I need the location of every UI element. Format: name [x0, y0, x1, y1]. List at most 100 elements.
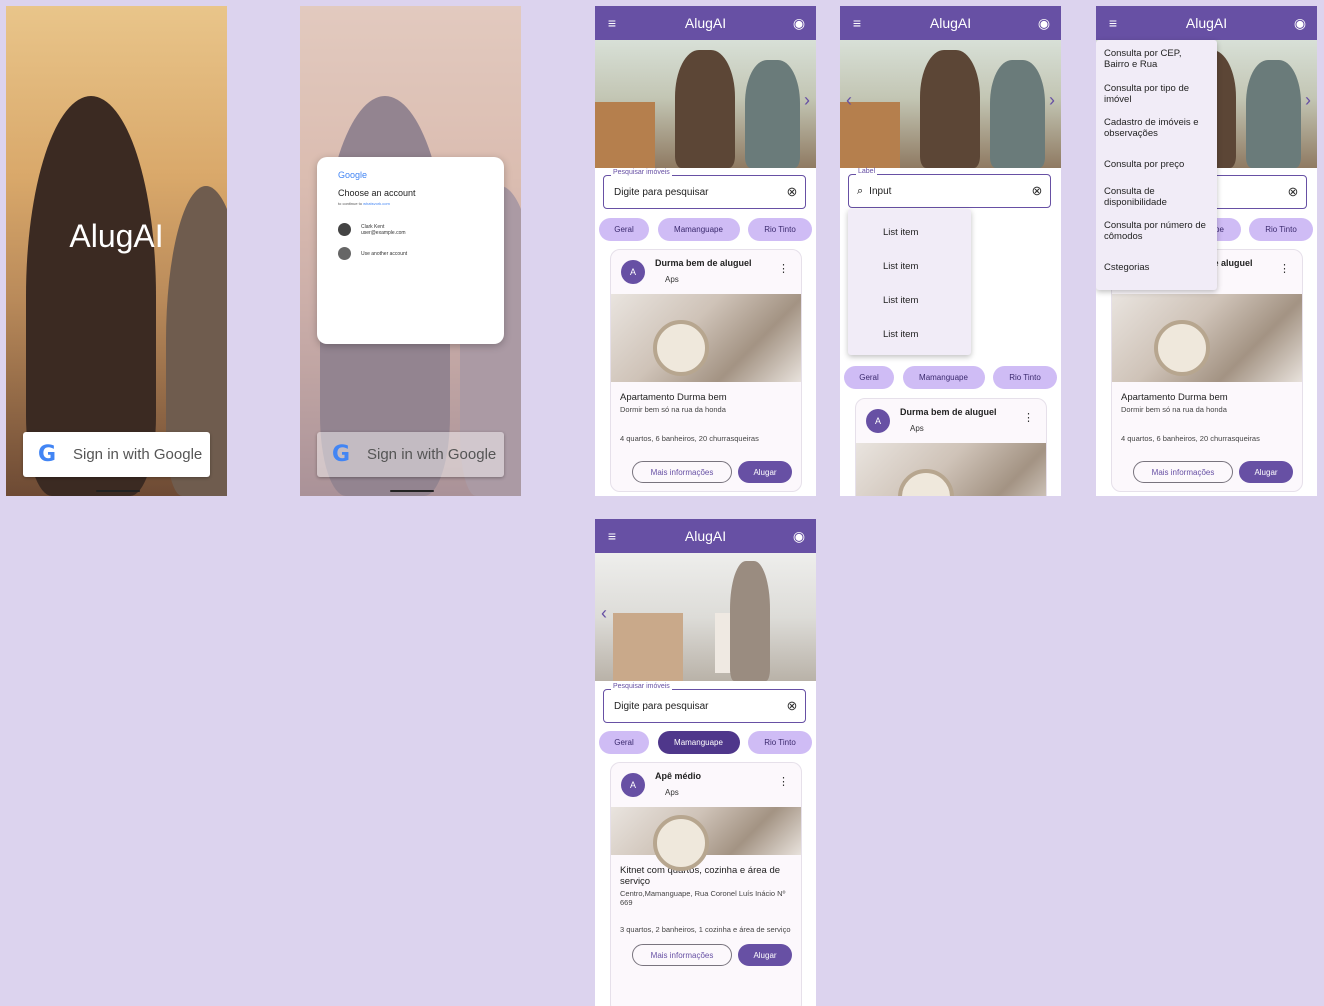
- chevron-right-icon[interactable]: ›: [1049, 90, 1055, 111]
- search-icon: ⌕: [857, 184, 864, 197]
- avatar: A: [866, 409, 890, 433]
- search-placeholder: Digite para pesquisar: [614, 700, 709, 712]
- search-value: Input: [869, 185, 892, 197]
- card-features: 3 quartos, 2 banheiros, 1 cozinha e área…: [620, 925, 791, 934]
- search-label: Pesquisar imóveis: [611, 683, 672, 690]
- app-bar-title: AlugAI: [684, 15, 727, 31]
- google-icon: G: [37, 442, 57, 467]
- google-signin-button[interactable]: G Sign in with Google: [317, 432, 504, 477]
- menu-item-comodos[interactable]: Consulta por número de cômodos: [1104, 220, 1214, 242]
- card-title: Durma bem de aluguel: [655, 258, 752, 268]
- account-circle-icon[interactable]: ◉: [782, 15, 816, 32]
- nav-menu-screen: ≡ AlugAI ◉ › ⊗ Geral Mamanguape Rio Tint…: [1096, 6, 1317, 496]
- app-title: AlugAI: [69, 218, 164, 254]
- chevron-right-icon[interactable]: ›: [1305, 90, 1311, 111]
- menu-item-cadastro[interactable]: Cadastro de imóveis e observações: [1104, 117, 1212, 139]
- menu-item-tipo[interactable]: Consulta por tipo de imóvel: [1104, 83, 1204, 105]
- menu-item-disponibilidade[interactable]: Consulta de disponibilidade: [1104, 186, 1204, 208]
- chip-mamanguape[interactable]: Mamanguape: [902, 366, 985, 389]
- clear-icon[interactable]: ⊗: [1024, 183, 1050, 199]
- menu-icon[interactable]: ≡: [1096, 15, 1130, 31]
- app-bar-title: AlugAI: [1185, 15, 1228, 31]
- more-vert-icon[interactable]: ⋮: [1279, 262, 1290, 275]
- card-features: 4 quartos, 6 banheiros, 20 churrasqueira…: [620, 434, 759, 443]
- google-signin-button[interactable]: G Sign in with Google: [23, 432, 210, 477]
- more-vert-icon[interactable]: ⋮: [778, 775, 789, 788]
- hero-carousel[interactable]: ‹ ›: [840, 40, 1061, 168]
- chip-mamanguape[interactable]: Mamanguape: [657, 218, 740, 241]
- dialog-heading: Choose an account: [338, 188, 416, 198]
- google-icon: G: [331, 442, 351, 467]
- more-info-button[interactable]: Mais informações: [632, 461, 732, 483]
- account-circle-icon[interactable]: ◉: [782, 528, 816, 545]
- chip-mamanguape[interactable]: Mamanguape: [657, 731, 740, 754]
- chip-rio-tinto[interactable]: Rio Tinto: [748, 731, 812, 754]
- account-circle-icon[interactable]: ◉: [1283, 15, 1317, 32]
- menu-item-cep[interactable]: Consulta por CEP, Bairro e Rua: [1104, 48, 1204, 70]
- card-title: Apê médio: [655, 771, 702, 781]
- search-input[interactable]: Label ⌕ Input ⊗: [848, 168, 1051, 208]
- avatar: [338, 223, 351, 236]
- chevron-right-icon[interactable]: ›: [804, 90, 810, 111]
- card-image: [856, 443, 1046, 496]
- dialog-subheading: to continue to whatsvork.com: [338, 201, 390, 206]
- hero-carousel[interactable]: ‹: [595, 553, 816, 681]
- menu-icon[interactable]: ≡: [595, 15, 629, 31]
- more-info-button[interactable]: Mais informações: [1133, 461, 1233, 483]
- google-signin-label: Sign in with Google: [73, 446, 203, 463]
- filtered-screen: ≡ AlugAI ◉ ‹ Pesquisar imóveis Digite pa…: [595, 519, 816, 1006]
- card-description: Dormir bem só na rua da honda: [1121, 405, 1227, 414]
- app-bar-title: AlugAI: [684, 528, 727, 544]
- list-item[interactable]: List item: [883, 261, 918, 272]
- rent-button[interactable]: Alugar: [738, 461, 792, 483]
- chip-rio-tinto[interactable]: Rio Tinto: [1249, 218, 1313, 241]
- property-card: A Apê médio Aps ⋮ Kitnet com quartos, co…: [610, 762, 802, 1006]
- chevron-left-icon[interactable]: ‹: [846, 90, 852, 111]
- filter-chips: Geral Mamanguape Rio Tinto: [599, 731, 812, 754]
- card-image: [1112, 294, 1302, 382]
- chip-geral[interactable]: Geral: [599, 731, 649, 754]
- more-info-button[interactable]: Mais informações: [632, 944, 732, 966]
- list-item[interactable]: List item: [883, 329, 918, 340]
- clear-icon[interactable]: ⊗: [779, 184, 805, 200]
- rent-button[interactable]: Alugar: [1239, 461, 1293, 483]
- chip-rio-tinto[interactable]: Rio Tinto: [993, 366, 1057, 389]
- clear-icon[interactable]: ⊗: [1280, 184, 1306, 200]
- account-chooser-screen: G Sign in with Google Google Choose an a…: [300, 6, 521, 496]
- more-vert-icon[interactable]: ⋮: [778, 262, 789, 275]
- chevron-left-icon[interactable]: ‹: [601, 603, 607, 624]
- menu-item-categorias[interactable]: Cstegorias: [1104, 262, 1204, 273]
- more-vert-icon[interactable]: ⋮: [1023, 411, 1034, 424]
- clear-icon[interactable]: ⊗: [779, 698, 805, 714]
- home-screen: ≡ AlugAI ◉ › Pesquisar imóveis Digite pa…: [595, 6, 816, 496]
- top-app-bar: ≡ AlugAI ◉: [840, 6, 1061, 40]
- list-item[interactable]: List item: [883, 295, 918, 306]
- chip-geral[interactable]: Geral: [844, 366, 894, 389]
- menu-icon[interactable]: ≡: [840, 15, 874, 31]
- google-logo: Google: [338, 170, 368, 180]
- avatar: A: [621, 260, 645, 284]
- rent-button[interactable]: Alugar: [738, 944, 792, 966]
- card-features: 4 quartos, 6 banheiros, 20 churrasqueira…: [1121, 434, 1260, 443]
- account-circle-icon[interactable]: ◉: [1027, 15, 1061, 32]
- chip-rio-tinto[interactable]: Rio Tinto: [748, 218, 812, 241]
- google-signin-label: Sign in with Google: [367, 446, 497, 463]
- chip-geral[interactable]: Geral: [599, 218, 649, 241]
- search-input[interactable]: Pesquisar imóveis Digite para pesquisar …: [603, 169, 806, 209]
- account-item[interactable]: Clark Kent user@example.com: [338, 223, 406, 236]
- menu-icon[interactable]: ≡: [595, 528, 629, 544]
- use-another-account[interactable]: Use another account: [338, 247, 407, 260]
- search-input[interactable]: Pesquisar imóveis Digite para pesquisar …: [603, 683, 806, 723]
- navigation-menu: Consulta por CEP, Bairro e Rua Consulta …: [1096, 40, 1217, 290]
- filter-chips: Geral Mamanguape Rio Tinto: [599, 218, 812, 241]
- account-circle-icon: [338, 247, 351, 260]
- card-heading: Apartamento Durma bem: [1121, 392, 1228, 403]
- search-active-screen: ≡ AlugAI ◉ ‹ › Label ⌕ Input ⊗ List item…: [840, 6, 1061, 496]
- card-subtitle: Aps: [665, 788, 679, 797]
- card-title: Durma bem de aluguel: [900, 407, 997, 417]
- top-app-bar: ≡ AlugAI ◉: [595, 519, 816, 553]
- list-item[interactable]: List item: [883, 227, 918, 238]
- menu-item-preco[interactable]: Consulta por preço: [1104, 159, 1212, 170]
- search-suggestions: List item List item List item List item: [848, 209, 971, 355]
- hero-carousel[interactable]: ›: [595, 40, 816, 168]
